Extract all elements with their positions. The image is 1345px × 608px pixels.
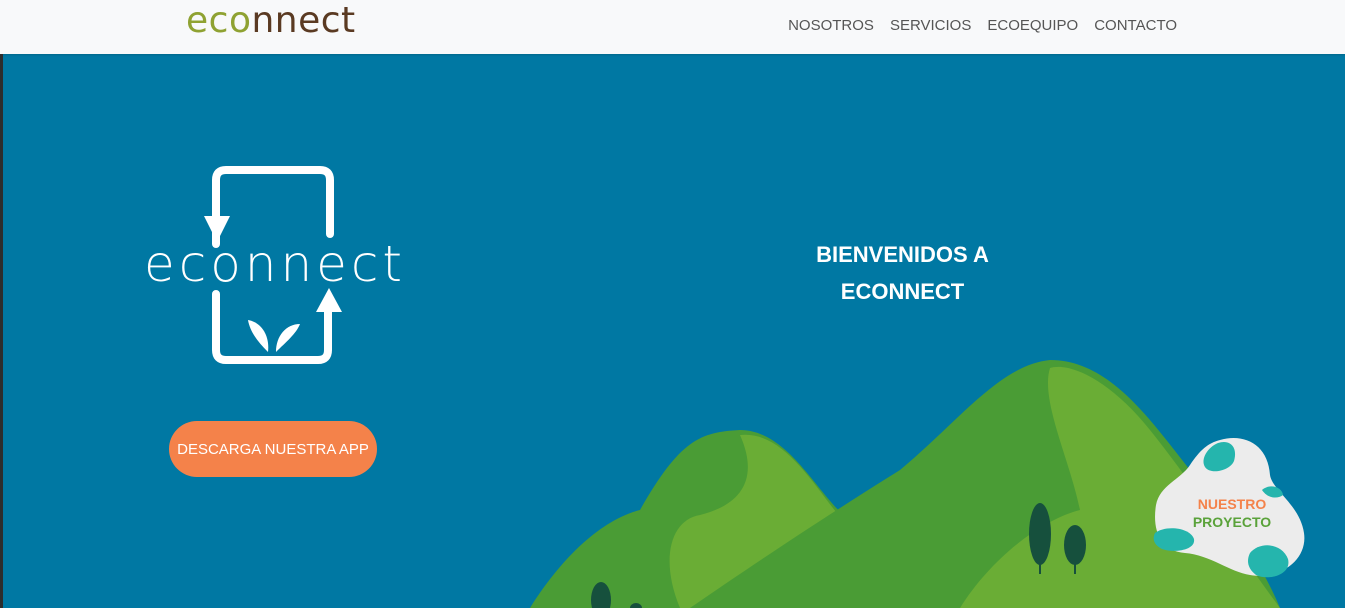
project-badge[interactable]: NUESTRO PROYECTO [1150,435,1310,583]
welcome-heading: BIENVENIDOS A ECONNECT [780,236,1025,310]
recycle-frame-icon: econnect [144,166,406,364]
project-label-line2: PROYECTO [1192,514,1272,530]
welcome-line1: BIENVENIDOS A [816,242,989,267]
download-app-button[interactable]: DESCARGA NUESTRA APP [169,421,377,477]
project-label: NUESTRO PROYECTO [1150,495,1314,531]
welcome-line2: ECONNECT [840,279,965,304]
project-label-line1: NUESTRO [1197,496,1267,512]
hero-logo-text: econnect [144,235,406,293]
hero-logo: econnect [118,164,438,379]
